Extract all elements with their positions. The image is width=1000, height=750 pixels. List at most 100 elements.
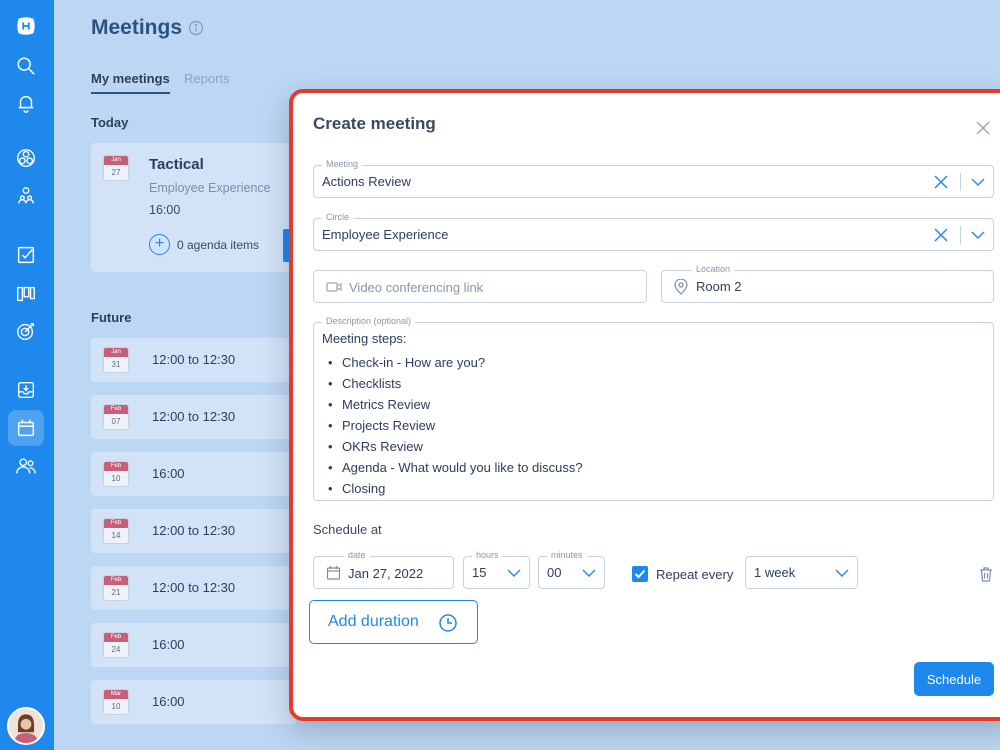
inbox-icon[interactable] — [8, 372, 44, 408]
roles-icon[interactable] — [8, 178, 44, 214]
future-label: Future — [91, 310, 132, 325]
hours-select[interactable]: hours 15 — [463, 550, 530, 589]
calendar-badge: Feb 10 — [103, 461, 129, 487]
location-value: Room 2 — [696, 279, 742, 294]
minutes-select[interactable]: minutes 00 — [538, 550, 605, 589]
future-meeting-row[interactable]: Jan 31 12:00 to 12:30 — [91, 338, 296, 382]
meeting-time: 16:00 — [152, 637, 185, 652]
chevron-down-icon[interactable] — [970, 174, 986, 190]
meeting-steps-list: Check-in - How are you? Checklists Metri… — [326, 352, 583, 499]
location-legend: Location — [692, 264, 735, 274]
date-legend: date — [344, 550, 370, 560]
hours-legend: hours — [472, 550, 503, 560]
location-input[interactable]: Location Room 2 — [661, 264, 994, 303]
calendar-icon[interactable] — [8, 410, 44, 446]
future-meeting-row[interactable]: Feb 10 16:00 — [91, 452, 296, 496]
circle-value: Employee Experience — [322, 227, 449, 242]
add-duration-button[interactable]: Add duration — [309, 600, 478, 644]
video-camera-icon — [326, 282, 342, 292]
list-item: OKRs Review — [326, 436, 583, 457]
calendar-icon — [326, 566, 341, 580]
date-value: Jan 27, 2022 — [348, 566, 424, 581]
meeting-circle: Employee Experience — [149, 181, 271, 195]
calendar-badge: Jan 27 — [103, 155, 129, 181]
circles-icon[interactable] — [8, 140, 44, 176]
create-meeting-modal: Create meeting Meeting Actions Review Ci… — [289, 89, 1000, 721]
meeting-time: 12:00 to 12:30 — [152, 523, 236, 538]
logo-icon[interactable] — [8, 8, 44, 44]
minutes-value: 00 — [547, 565, 562, 580]
divider — [960, 173, 961, 191]
calendar-badge: Jan 31 — [103, 347, 129, 373]
future-meeting-row[interactable]: Mar 10 16:00 — [91, 680, 296, 724]
list-item: Closing — [326, 478, 583, 499]
bell-icon[interactable] — [8, 85, 44, 121]
chevron-down-icon — [507, 569, 521, 577]
future-meeting-row[interactable]: Feb 21 12:00 to 12:30 — [91, 566, 296, 610]
description-textarea[interactable]: Description (optional) Meeting steps: Ch… — [313, 316, 994, 501]
clock-icon — [439, 614, 457, 632]
circle-legend: Circle — [322, 212, 354, 222]
schedule-button[interactable]: Schedule — [914, 662, 994, 696]
list-item: Checklists — [326, 373, 583, 394]
calendar-badge: Feb 21 — [103, 575, 129, 601]
add-agenda-icon[interactable]: + — [149, 234, 170, 255]
meeting-time: 16:00 — [152, 694, 185, 709]
future-meeting-row[interactable]: Feb 24 16:00 — [91, 623, 296, 667]
repeat-interval-value: 1 week — [754, 565, 796, 580]
clear-icon[interactable] — [933, 174, 949, 190]
today-label: Today — [91, 115, 129, 130]
close-icon[interactable] — [974, 119, 992, 137]
add-duration-label: Add duration — [328, 613, 419, 630]
repeat-interval-select[interactable]: 1 week — [745, 556, 858, 589]
date-picker[interactable]: date Jan 27, 2022 — [313, 550, 454, 589]
today-meeting-card[interactable]: Jan 27 Tactical Employee Experience 16:0… — [91, 143, 301, 272]
avatar[interactable] — [7, 707, 45, 745]
search-icon[interactable] — [8, 48, 44, 84]
future-meeting-row[interactable]: Feb 07 12:00 to 12:30 — [91, 395, 296, 439]
info-icon[interactable] — [188, 20, 204, 36]
sidebar — [0, 0, 54, 750]
agenda-count: 0 agenda items — [177, 238, 260, 252]
modal-title: Create meeting — [313, 114, 436, 133]
target-icon[interactable] — [8, 313, 44, 349]
list-item: Agenda - What would you like to discuss? — [326, 457, 583, 478]
description-heading: Meeting steps: — [322, 331, 407, 346]
clear-icon[interactable] — [933, 227, 949, 243]
list-item: Metrics Review — [326, 394, 583, 415]
repeat-checkbox[interactable] — [632, 566, 648, 582]
meeting-time: 12:00 to 12:30 — [152, 352, 236, 367]
future-meeting-row[interactable]: Feb 14 12:00 to 12:30 — [91, 509, 296, 553]
calendar-badge: Feb 07 — [103, 404, 129, 430]
circle-select[interactable]: Circle Employee Experience — [313, 212, 994, 251]
meeting-time: 12:00 to 12:30 — [152, 580, 236, 595]
check-icon — [634, 569, 646, 579]
meeting-time: 16:00 — [149, 203, 181, 217]
board-icon[interactable] — [8, 276, 44, 312]
schedule-label: Schedule at — [313, 522, 382, 537]
page-title: Meetings — [91, 16, 183, 39]
calendar-badge: Feb 14 — [103, 518, 129, 544]
checklist-icon[interactable] — [8, 237, 44, 273]
video-link-placeholder: Video conferencing link — [349, 280, 484, 295]
description-legend: Description (optional) — [322, 316, 416, 326]
people-icon[interactable] — [8, 448, 44, 484]
chevron-down-icon[interactable] — [970, 227, 986, 243]
trash-icon[interactable] — [977, 565, 995, 583]
meeting-time: 16:00 — [152, 466, 185, 481]
meeting-value: Actions Review — [322, 174, 411, 189]
calendar-badge: Mar 10 — [103, 689, 129, 715]
meeting-title: Tactical — [149, 156, 204, 173]
calendar-badge: Feb 24 — [103, 632, 129, 658]
tab-reports[interactable]: Reports — [184, 71, 230, 86]
chevron-down-icon — [835, 569, 849, 577]
chevron-down-icon — [582, 569, 596, 577]
meeting-time: 12:00 to 12:30 — [152, 409, 236, 424]
video-link-input[interactable]: Video conferencing link — [313, 270, 647, 303]
minutes-legend: minutes — [547, 550, 587, 560]
meeting-legend: Meeting — [322, 159, 363, 169]
meeting-select[interactable]: Meeting Actions Review — [313, 159, 994, 198]
divider — [960, 226, 961, 244]
hours-value: 15 — [472, 565, 487, 580]
tab-my-meetings[interactable]: My meetings — [91, 71, 170, 94]
